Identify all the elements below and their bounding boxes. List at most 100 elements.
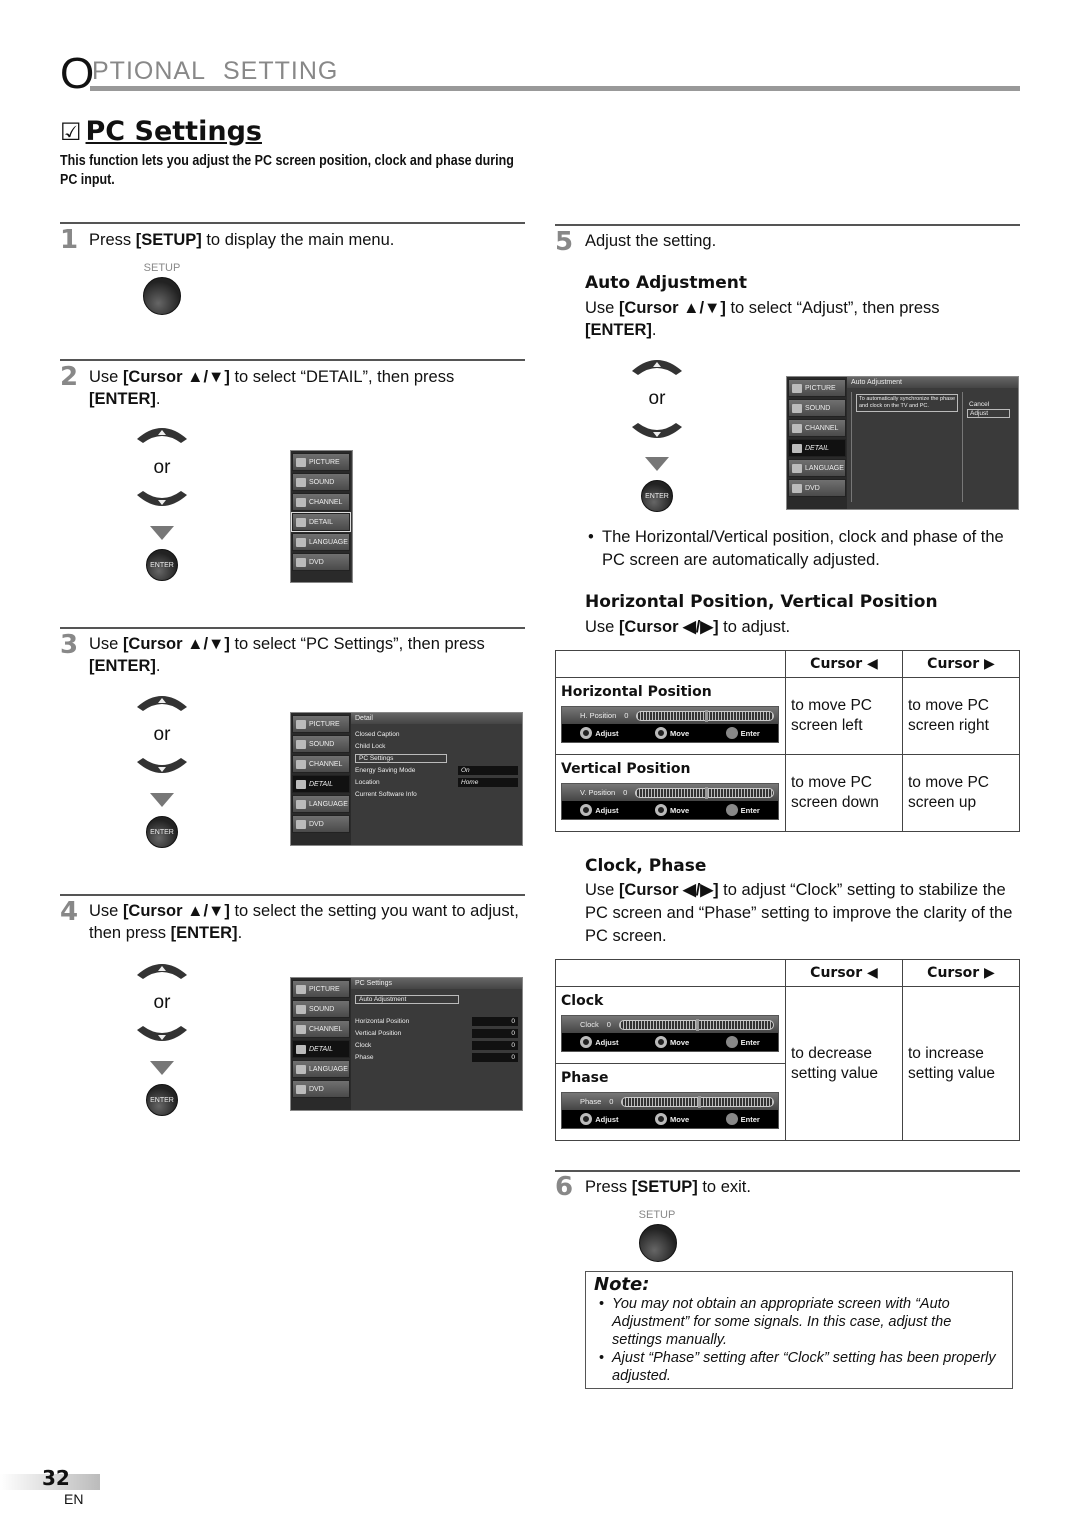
step-number: 3 (60, 630, 79, 660)
tv-menu-language[interactable]: LANGUAGE (788, 459, 846, 477)
setup-button[interactable] (639, 1224, 677, 1262)
tv-cancel-option[interactable]: Cancel (967, 400, 1010, 409)
clock-phase-heading: Clock, Phase (585, 856, 707, 876)
step-number: 6 (555, 1172, 574, 1202)
tv-menu-sound[interactable]: SOUND (788, 399, 846, 417)
setup-button[interactable] (143, 277, 181, 315)
or-label: or (648, 388, 666, 409)
tv-item-pc-settings[interactable]: PC Settings (355, 752, 518, 764)
checkbox-icon: ☑ (60, 118, 82, 146)
row-label-cell: Vertical Position V. Position 0 Adjust Mov… (555, 754, 786, 832)
tv-menu-picture[interactable]: PICTURE (292, 715, 350, 733)
table-header-blank (555, 650, 786, 678)
tv-menu-sound[interactable]: SOUND (292, 473, 350, 491)
phase-slider[interactable] (621, 1095, 774, 1108)
tv-menu-dvd[interactable]: DVD (292, 815, 350, 833)
tv-item-auto-adjustment[interactable]: Auto Adjustment (355, 993, 518, 1005)
cursor-right-desc: to move PC screen right (902, 677, 1020, 755)
cursor-left-desc: to move PC screen left (785, 677, 903, 755)
tv-menu-dvd[interactable]: DVD (292, 553, 350, 571)
tv-item-energy-saving[interactable]: Energy Saving Mode On (355, 764, 518, 776)
tv-menu-channel[interactable]: CHANNEL (292, 493, 350, 511)
tv-menu-detail[interactable]: DETAIL (292, 1040, 350, 1058)
step-5-text: Adjust the setting. (585, 232, 717, 250)
tv-menu-sidebar: PICTURE SOUND CHANNEL DETAIL LANGUAGE DV… (291, 451, 351, 582)
tv-menu-detail[interactable]: DETAIL (291, 512, 351, 532)
tv-item-phase[interactable]: Phase 0 (355, 1051, 518, 1063)
auto-adjustment-instruction: Use [Cursor ▲/▼] to select “Adjust”, the… (585, 299, 940, 339)
tv-menu-language[interactable]: LANGUAGE (292, 795, 350, 813)
cursor-down-button[interactable] (135, 491, 189, 517)
tv-item-clock[interactable]: Clock 0 (355, 1039, 518, 1051)
enter-button[interactable]: ENTER (146, 1084, 178, 1116)
cursor-down-button[interactable] (135, 1026, 189, 1052)
enter-button[interactable]: ENTER (146, 816, 178, 848)
tv-adjust-option[interactable]: Adjust (967, 409, 1010, 418)
adjust-icon (580, 1036, 593, 1048)
tv-menu-channel[interactable]: CHANNEL (292, 1020, 350, 1038)
tv-menu-dvd[interactable]: DVD (292, 1080, 350, 1098)
enter-button[interactable]: ENTER (146, 549, 178, 581)
row-label: Phase (561, 1070, 609, 1086)
tv-menu-picture[interactable]: PICTURE (292, 453, 350, 471)
move-icon (655, 1113, 667, 1125)
clock-slider[interactable] (618, 1018, 774, 1031)
tv-item-horizontal-position[interactable]: Horizontal Position 0 (355, 1015, 518, 1027)
tv-menu-language[interactable]: LANGUAGE (292, 1060, 350, 1078)
tv-item-vertical-position[interactable]: Vertical Position 0 (355, 1027, 518, 1039)
page-language: EN (64, 1491, 84, 1507)
arrow-down-icon (150, 793, 174, 807)
tv-menu-picture[interactable]: PICTURE (292, 980, 350, 998)
auto-adjust-bullet: • The Horizontal/Vertical position, clock… (588, 528, 1004, 569)
move-icon (655, 1036, 667, 1048)
table-header-cursor-right: Cursor ▶ (902, 959, 1020, 987)
tv-item-child-lock[interactable]: Child Lock (355, 740, 518, 752)
tv-main-menu: PICTURE SOUND CHANNEL DETAIL LANGUAGE DV… (290, 450, 353, 583)
position-table: Cursor ◀ Cursor ▶ Horizontal Position H.… (555, 650, 1020, 832)
row-label-cell: Clock Clock 0 Adjust Move Enter (555, 986, 786, 1064)
cursor-up-button[interactable] (135, 689, 189, 715)
position-slider[interactable] (635, 786, 774, 799)
tv-item-location[interactable]: Location Home (355, 776, 518, 788)
tv-menu-detail[interactable]: DETAIL (788, 439, 846, 457)
detail-icon (296, 1044, 306, 1054)
tv-menu-channel[interactable]: CHANNEL (292, 755, 350, 773)
tv-detail-menu: PICTURE SOUND CHANNEL DETAIL LANGUAGE DV… (290, 712, 523, 846)
cursor-down-button[interactable] (135, 758, 189, 784)
step-divider (60, 222, 525, 224)
tv-auto-adjustment-menu: PICTURE SOUND CHANNEL DETAIL LANGUAGE DV… (786, 376, 1019, 510)
channel-icon (296, 497, 306, 507)
language-icon (296, 1064, 306, 1074)
row-label-cell: Phase Phase 0 Adjust Move Enter (555, 1063, 786, 1141)
enter-icon (725, 1036, 738, 1048)
dvd-icon (792, 483, 802, 493)
osd-value: 0 (624, 711, 629, 720)
cursor-left-desc: to move PC screen down (785, 754, 903, 832)
cursor-up-button[interactable] (135, 957, 189, 983)
move-icon (655, 804, 667, 816)
tv-menu-picture[interactable]: PICTURE (788, 379, 846, 397)
tv-item-software-info[interactable]: Current Software Info (355, 788, 518, 800)
tv-menu-channel[interactable]: CHANNEL (788, 419, 846, 437)
tv-panel-title: PC Settings (351, 978, 522, 989)
step-number: 5 (555, 227, 574, 257)
cursor-down-button[interactable] (630, 423, 684, 449)
tv-menu-language[interactable]: LANGUAGE (292, 533, 350, 551)
tv-menu-sound[interactable]: SOUND (292, 1000, 350, 1018)
osd-v-position: V. Position 0 Adjust Move Enter (561, 783, 779, 820)
tv-menu-sound[interactable]: SOUND (292, 735, 350, 753)
enter-button[interactable]: ENTER (641, 480, 673, 512)
osd-label: H. Position (580, 711, 617, 720)
cursor-up-button[interactable] (135, 421, 189, 447)
position-slider[interactable] (636, 709, 774, 722)
step-6-text: Press [SETUP] to exit. (585, 1178, 751, 1196)
tv-item-closed-caption[interactable]: Closed Caption (355, 728, 518, 740)
cursor-up-button[interactable] (630, 353, 684, 379)
setup-label: SETUP (638, 1209, 676, 1221)
tv-pc-settings-menu: PICTURE SOUND CHANNEL DETAIL LANGUAGE DV… (290, 977, 523, 1111)
page-title: ☑ PC Settings (60, 116, 262, 147)
tv-menu-dvd[interactable]: DVD (788, 479, 846, 497)
tv-menu-detail[interactable]: DETAIL (292, 775, 350, 793)
setup-label: SETUP (143, 262, 181, 274)
arrow-down-icon (150, 526, 174, 540)
